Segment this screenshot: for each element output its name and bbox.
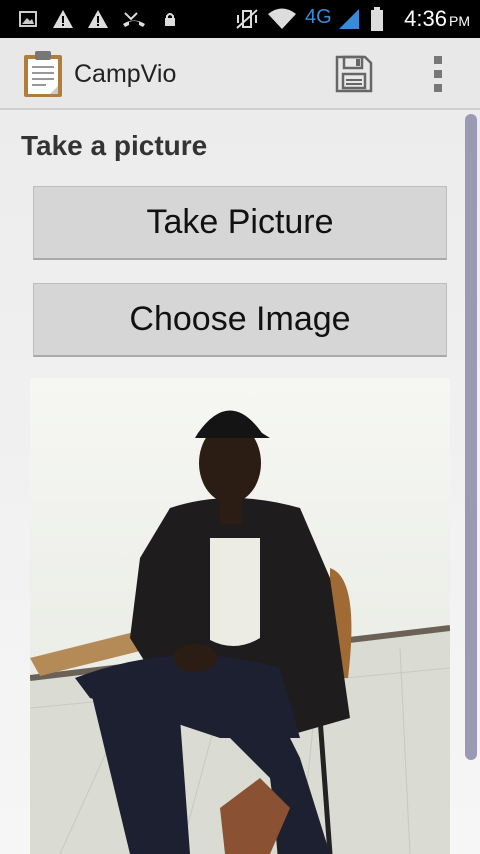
- take-picture-button[interactable]: Take Picture: [33, 186, 447, 260]
- warning-icon: [52, 8, 74, 30]
- clock-ampm: PM: [449, 13, 470, 29]
- vibrate-off-icon: [235, 8, 259, 30]
- missed-call-icon: [122, 8, 146, 30]
- warning-icon: [87, 8, 109, 30]
- gallery-notification-icon: [18, 8, 38, 30]
- network-type-label: 4G: [305, 6, 332, 28]
- section-title: Take a picture: [21, 130, 208, 161]
- save-icon[interactable]: [334, 54, 374, 94]
- scrollbar[interactable]: [465, 114, 477, 760]
- main-content: Take a picture Take Picture Choose Image: [0, 110, 480, 854]
- lock-icon: [163, 8, 177, 30]
- status-bar: 4G 4:36 PM: [0, 0, 480, 38]
- wifi-icon: [267, 8, 297, 30]
- clock-time: 4:36: [404, 6, 447, 31]
- clipboard-app-icon[interactable]: [22, 50, 64, 98]
- signal-icon: [337, 8, 361, 30]
- action-bar: CampVio: [0, 38, 480, 110]
- choose-image-button[interactable]: Choose Image: [33, 283, 447, 357]
- battery-icon: [369, 7, 385, 31]
- photo-preview: [30, 378, 450, 854]
- clock: 4:36 PM: [404, 6, 470, 32]
- overflow-menu-icon[interactable]: [428, 56, 448, 92]
- app-title: CampVio: [74, 60, 177, 88]
